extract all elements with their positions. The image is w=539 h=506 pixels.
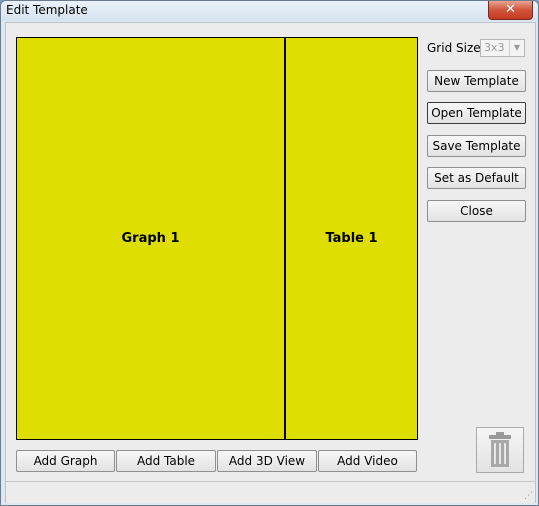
window-close-button[interactable]: ✕ [488,1,533,20]
add-table-button[interactable]: Add Table [116,450,216,472]
dialog-client-area: Graph 1 Table 1 Add Graph Add Table Add … [5,22,536,503]
layout-cell-label: Table 1 [325,231,378,246]
grid-size-select[interactable]: 3x3 ▼ [480,39,525,57]
layout-cell-graph[interactable]: Graph 1 [17,38,286,439]
trash-icon [489,432,511,467]
layout-cell-label: Graph 1 [121,231,180,246]
add-video-button[interactable]: Add Video [318,450,417,472]
status-bar: ⋰ [6,481,535,503]
edit-template-window: Edit Template ✕ Graph 1 Table 1 Add Grap… [0,0,539,506]
chevron-down-icon: ▼ [509,40,524,56]
close-icon: ✕ [505,2,516,17]
close-button[interactable]: Close [427,200,526,222]
new-template-button[interactable]: New Template [427,70,526,92]
grid-size-label: Grid Size: [427,41,485,55]
title-bar: Edit Template ✕ [1,1,538,21]
add-graph-button[interactable]: Add Graph [16,450,115,472]
window-title: Edit Template [6,3,88,17]
layout-cell-table[interactable]: Table 1 [286,38,417,439]
resize-grip-icon[interactable]: ⋰ [524,491,533,501]
open-template-button[interactable]: Open Template [427,102,526,124]
set-as-default-button[interactable]: Set as Default [427,167,526,189]
grid-size-value: 3x3 [484,41,505,54]
trash-drop-target[interactable] [476,427,524,473]
add-3d-view-button[interactable]: Add 3D View [217,450,317,472]
template-layout-canvas: Graph 1 Table 1 [16,37,418,440]
save-template-button[interactable]: Save Template [427,135,526,157]
